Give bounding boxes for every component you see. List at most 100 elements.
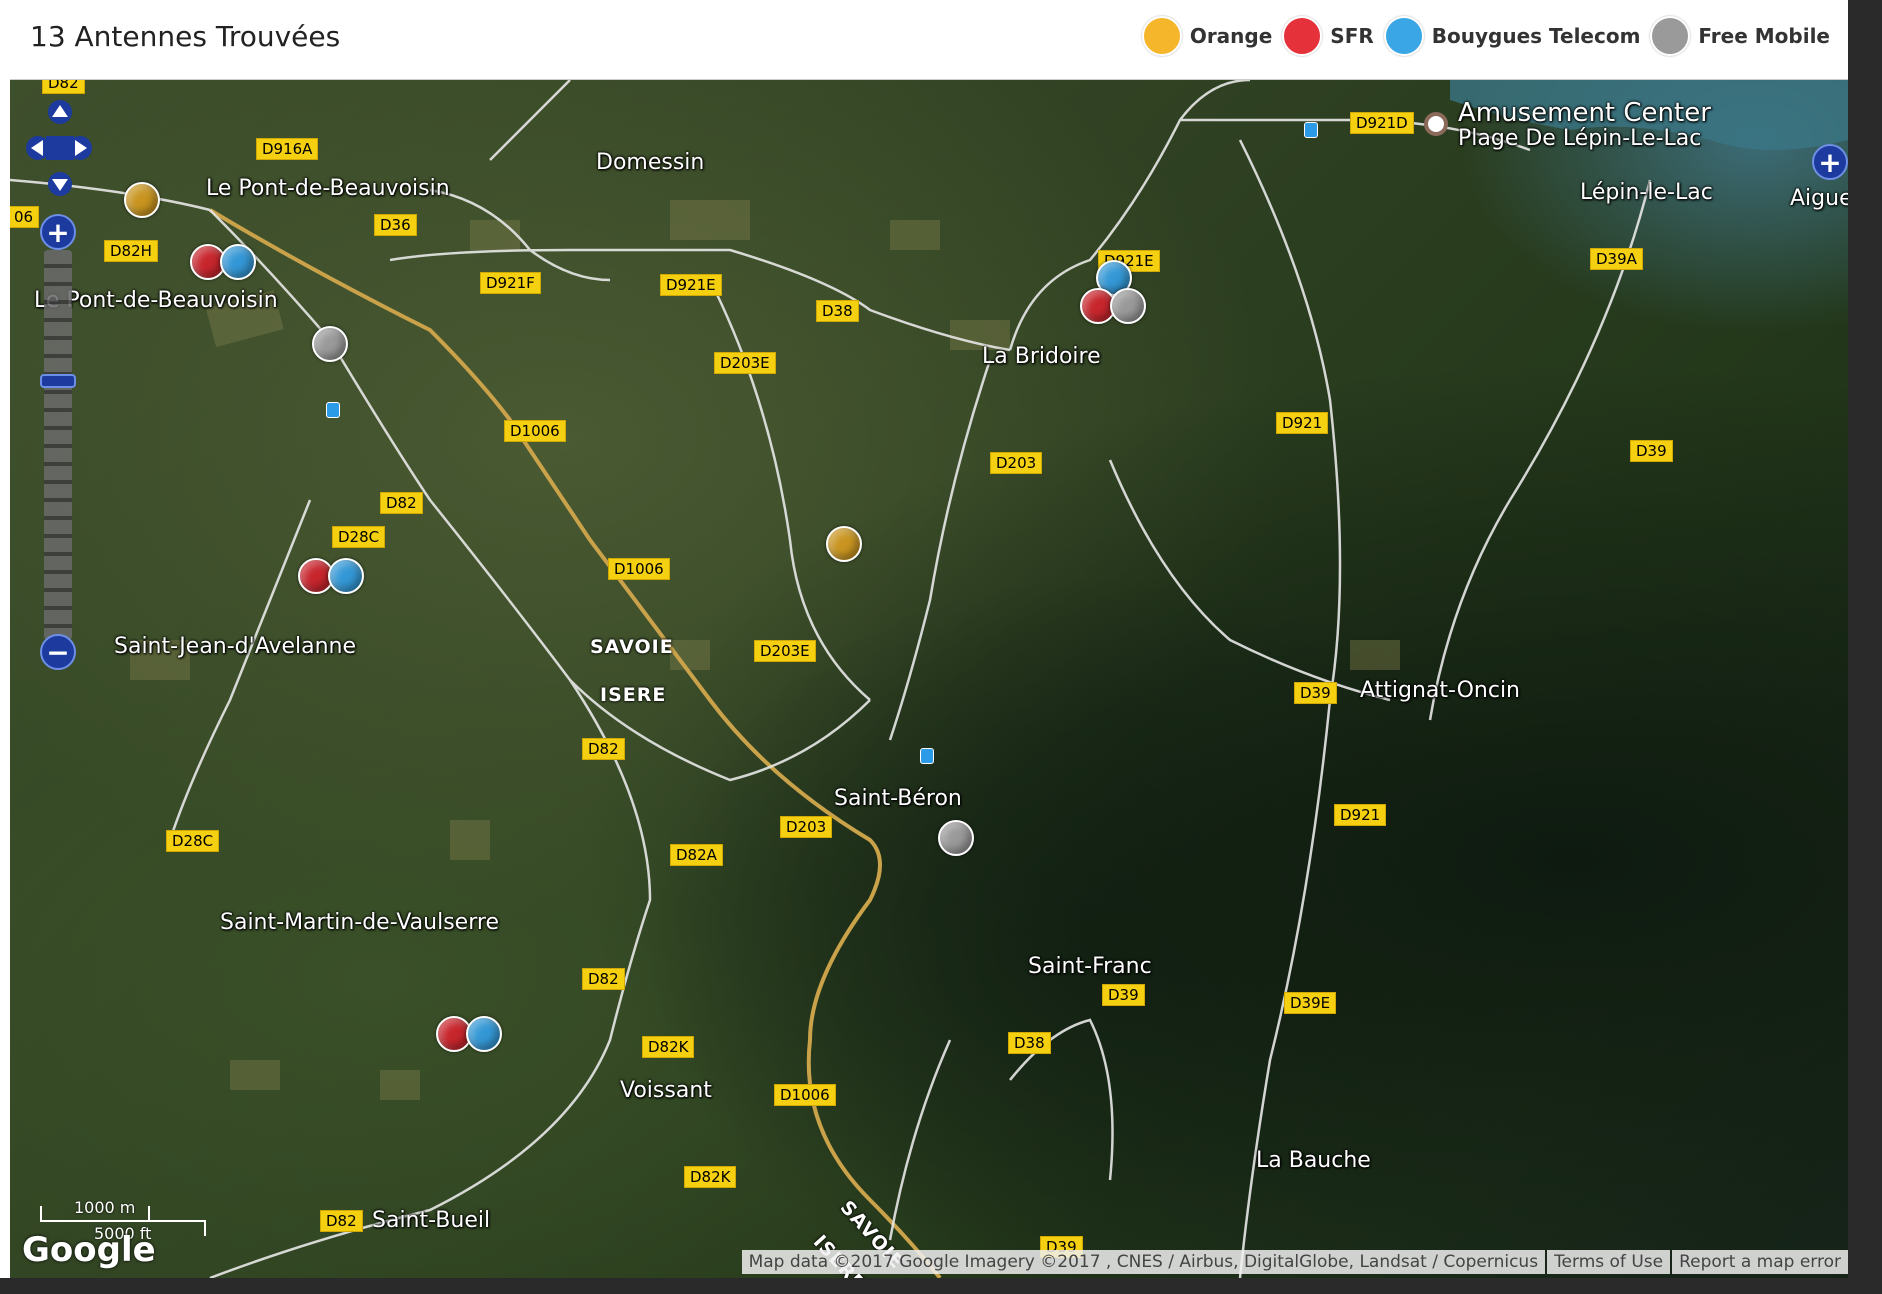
place-label: Domessin (596, 150, 705, 175)
google-logo: Google (22, 1230, 156, 1270)
scale-tick (148, 1206, 150, 1222)
place-label: Attignat-Oncin (1360, 678, 1521, 703)
scale-tick (204, 1220, 206, 1236)
road-label: D28C (166, 830, 220, 852)
zoom-slider-handle[interactable] (40, 374, 76, 388)
road-label: D28C (332, 526, 386, 548)
zoom-out-button[interactable]: − (40, 634, 76, 670)
road-label: D82K (684, 1166, 737, 1188)
region-label: SAVOIE (590, 636, 674, 658)
map-data-attribution: Map data ©2017 Google Imagery ©2017 , CN… (741, 1250, 1546, 1274)
place-label: Saint-Jean-d'Avelanne (114, 634, 357, 659)
road-label: D39 (1630, 440, 1673, 462)
road-label: D203 (990, 452, 1043, 474)
place-label: Lépin-le-Lac (1580, 180, 1713, 205)
road-label: D1006 (608, 558, 670, 580)
zoom-control: + − (40, 214, 76, 674)
place-label: La Bauche (1256, 1148, 1371, 1173)
pan-arrows-icon (26, 100, 92, 196)
road-label: D39E (1284, 992, 1337, 1014)
road-label: D39 (1102, 984, 1145, 1006)
scale-line (40, 1220, 206, 1222)
road-label: D82 (582, 968, 625, 990)
antenna-orange-icon[interactable] (826, 526, 862, 562)
zoom-in-button[interactable]: + (40, 214, 76, 250)
pan-control[interactable] (26, 100, 92, 196)
place-label: Saint-Martin-de-Vaulserre (220, 910, 499, 935)
legend-item-bouygues[interactable]: Bouygues Telecom (1383, 16, 1641, 56)
report-map-error-link[interactable]: Report a map error (1672, 1250, 1848, 1274)
results-header: 13 Antennes Trouvées Orange SFR Bouygues… (10, 0, 1848, 80)
satellite-map[interactable]: Domessin Le Pont-de-Beauvoisin Le Pont-d… (10, 80, 1848, 1278)
place-label: La Bridoire (982, 344, 1101, 369)
road-label: D82H (104, 240, 158, 262)
scale-metric: 1000 m (74, 1198, 136, 1217)
antenna-bouygues-icon[interactable] (328, 558, 364, 594)
road-label: D921D (1350, 112, 1414, 134)
poi-subtitle: Plage De Lépin-Le-Lac (1458, 126, 1702, 151)
road-label: D36 (374, 214, 417, 236)
road-label: D39A (1590, 248, 1643, 270)
red-dot-icon (1282, 16, 1323, 56)
place-label: Saint-Bueil (372, 1208, 491, 1233)
road-label: D203E (754, 640, 816, 662)
terms-of-use-link[interactable]: Terms of Use (1547, 1250, 1671, 1274)
road-label: D921F (480, 272, 541, 294)
place-label: Aigue (1790, 186, 1848, 211)
road-label: D203E (714, 352, 776, 374)
legend-label: Free Mobile (1698, 24, 1830, 48)
poi-marker-icon[interactable] (1424, 112, 1448, 136)
page-title: 13 Antennes Trouvées (30, 20, 341, 53)
road-label: D916A (256, 138, 319, 160)
road-label: D921 (1276, 412, 1329, 434)
place-label: Voissant (620, 1078, 712, 1103)
road-label: 06 (10, 206, 40, 228)
legend-item-orange[interactable]: Orange (1141, 16, 1273, 56)
scale-tick (40, 1206, 42, 1222)
bus-stop-icon[interactable] (920, 748, 934, 764)
road-label: D39 (1294, 682, 1337, 704)
antenna-bouygues-icon[interactable] (466, 1016, 502, 1052)
place-label: Le Pont-de-Beauvoisin (206, 176, 450, 201)
road-label: D38 (1008, 1032, 1051, 1054)
road-label: D1006 (504, 420, 566, 442)
legend-label: SFR (1330, 24, 1374, 48)
legend-item-sfr[interactable]: SFR (1282, 16, 1374, 56)
road-label: D921 (1334, 804, 1387, 826)
road-label: D203 (780, 816, 833, 838)
expand-button[interactable]: + (1812, 144, 1848, 180)
road-label: D82K (642, 1036, 695, 1058)
road-label: D82 (320, 1210, 363, 1232)
region-label: ISERE (600, 684, 667, 706)
zoom-track[interactable] (44, 250, 72, 640)
road-label: D82 (380, 492, 423, 514)
antenna-free-icon[interactable] (938, 820, 974, 856)
operator-legend: Orange SFR Bouygues Telecom Free Mobile (1132, 14, 1830, 58)
bottom-border (0, 1278, 1882, 1294)
road-label: D82A (670, 844, 723, 866)
road-label: D1006 (774, 1084, 836, 1106)
road-label: D82 (42, 80, 85, 94)
orange-dot-icon (1141, 16, 1182, 56)
page-frame: 13 Antennes Trouvées Orange SFR Bouygues… (0, 0, 1882, 1294)
antenna-bouygues-icon[interactable] (220, 244, 256, 280)
antenna-orange-icon[interactable] (124, 182, 160, 218)
attribution-bar: Map data ©2017 Google Imagery ©2017 , CN… (740, 1250, 1848, 1274)
grey-dot-icon (1650, 16, 1691, 56)
bus-stop-icon[interactable] (326, 402, 340, 418)
right-border (1848, 0, 1882, 1294)
place-label: Saint-Franc (1028, 954, 1152, 979)
bus-stop-icon[interactable] (1304, 122, 1318, 138)
legend-item-free[interactable]: Free Mobile (1650, 16, 1830, 56)
blue-dot-icon (1383, 16, 1424, 56)
road-network (10, 80, 1848, 1278)
legend-label: Bouygues Telecom (1431, 24, 1641, 48)
road-label: D38 (816, 300, 859, 322)
antenna-free-icon[interactable] (312, 326, 348, 362)
road-label: D921E (660, 274, 722, 296)
legend-label: Orange (1189, 24, 1273, 48)
place-label: Saint-Béron (834, 786, 962, 811)
left-border (0, 0, 10, 1294)
antenna-free-icon[interactable] (1110, 288, 1146, 324)
road-label: D82 (582, 738, 625, 760)
